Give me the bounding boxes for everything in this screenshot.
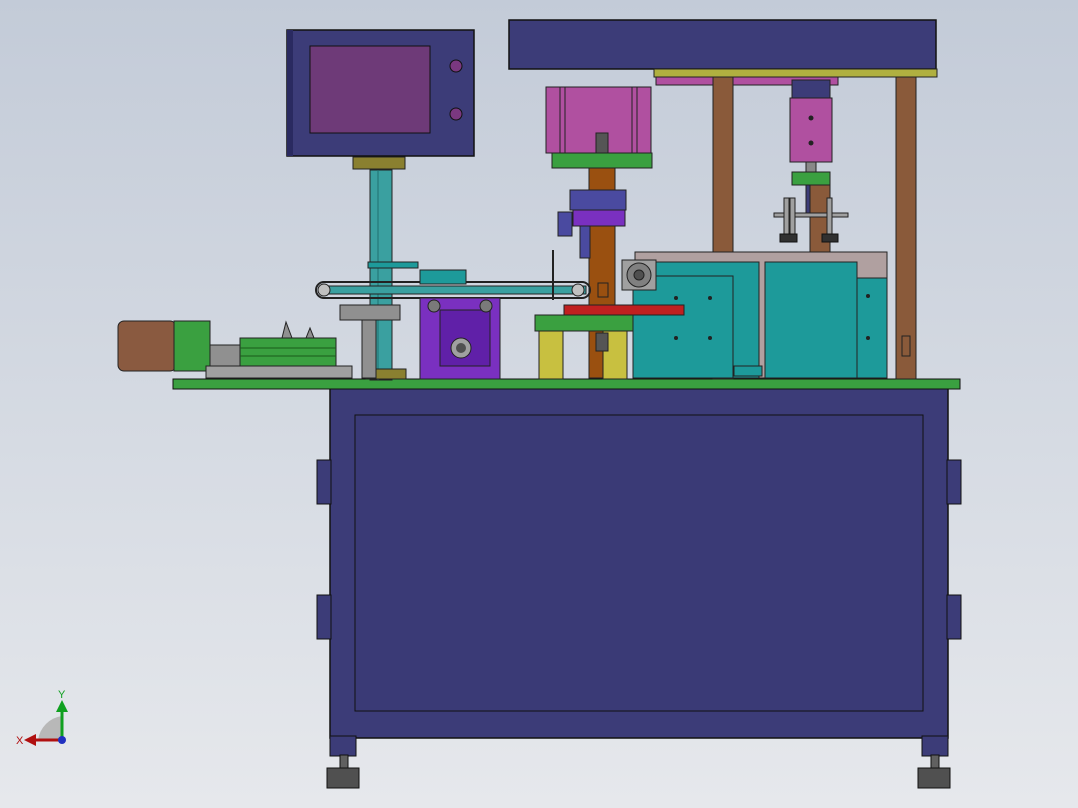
triad-x-label: X (16, 735, 24, 747)
hmi-touch-screen[interactable] (286, 29, 475, 157)
rotary-indexer[interactable] (621, 259, 657, 291)
yellow-press-base[interactable] (534, 314, 634, 380)
top-gantry-beam[interactable] (508, 19, 938, 86)
gantry-post-right[interactable] (895, 76, 917, 380)
machine-cabinet[interactable] (316, 387, 962, 757)
cad-assembly-viewport[interactable]: Y X (0, 0, 1078, 808)
belt-conveyor[interactable] (315, 250, 591, 300)
purple-gearbox[interactable] (419, 297, 501, 380)
hmi-button-bottom[interactable] (449, 107, 463, 121)
coordinate-triad: Y X (16, 689, 68, 747)
triad-y-label: Y (58, 689, 66, 701)
leveling-foot-right (917, 754, 951, 789)
leveling-foot-left (326, 754, 360, 789)
base-plate[interactable] (172, 378, 961, 390)
linear-module[interactable] (205, 320, 353, 379)
red-transfer-plate[interactable] (563, 304, 685, 316)
servo-motor[interactable] (117, 320, 211, 372)
suction-cup-left (779, 197, 798, 243)
hmi-button-top[interactable] (449, 59, 463, 73)
press-cylinder-housing[interactable] (545, 86, 653, 169)
hmi-display[interactable] (309, 45, 431, 134)
